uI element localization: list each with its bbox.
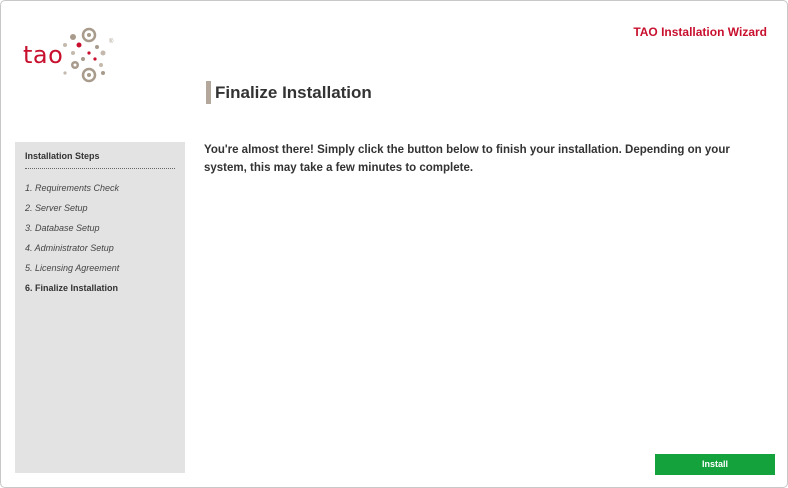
wizard-title: TAO Installation Wizard (633, 25, 767, 39)
step-database-setup: 3. Database Setup (25, 223, 100, 233)
sidebar-heading: Installation Steps (25, 151, 175, 169)
logo-wordmark: tao (23, 41, 64, 69)
registered-mark: ® (109, 39, 114, 45)
step-licensing-agreement: 5. Licensing Agreement (25, 263, 120, 273)
step-server-setup: 2. Server Setup (25, 203, 88, 213)
page-title: Finalize Installation (206, 81, 372, 104)
install-button[interactable]: Install (655, 454, 775, 475)
step-requirements-check: 1. Requirements Check (25, 183, 120, 193)
installer-window: tao ® TAO Installation Wizard Finalize I… (0, 0, 788, 488)
step-administrator-setup: 4. Administrator Setup (25, 243, 114, 253)
steps-list: 1. Requirements Check 2. Server Setup 3.… (25, 181, 119, 301)
intro-text: You're almost there! Simply click the bu… (204, 144, 730, 174)
tao-logo: tao ® (21, 23, 121, 87)
installation-steps-sidebar: Installation Steps 1. Requirements Check… (15, 142, 185, 473)
step-finalize-installation: 6. Finalize Installation (25, 283, 119, 293)
